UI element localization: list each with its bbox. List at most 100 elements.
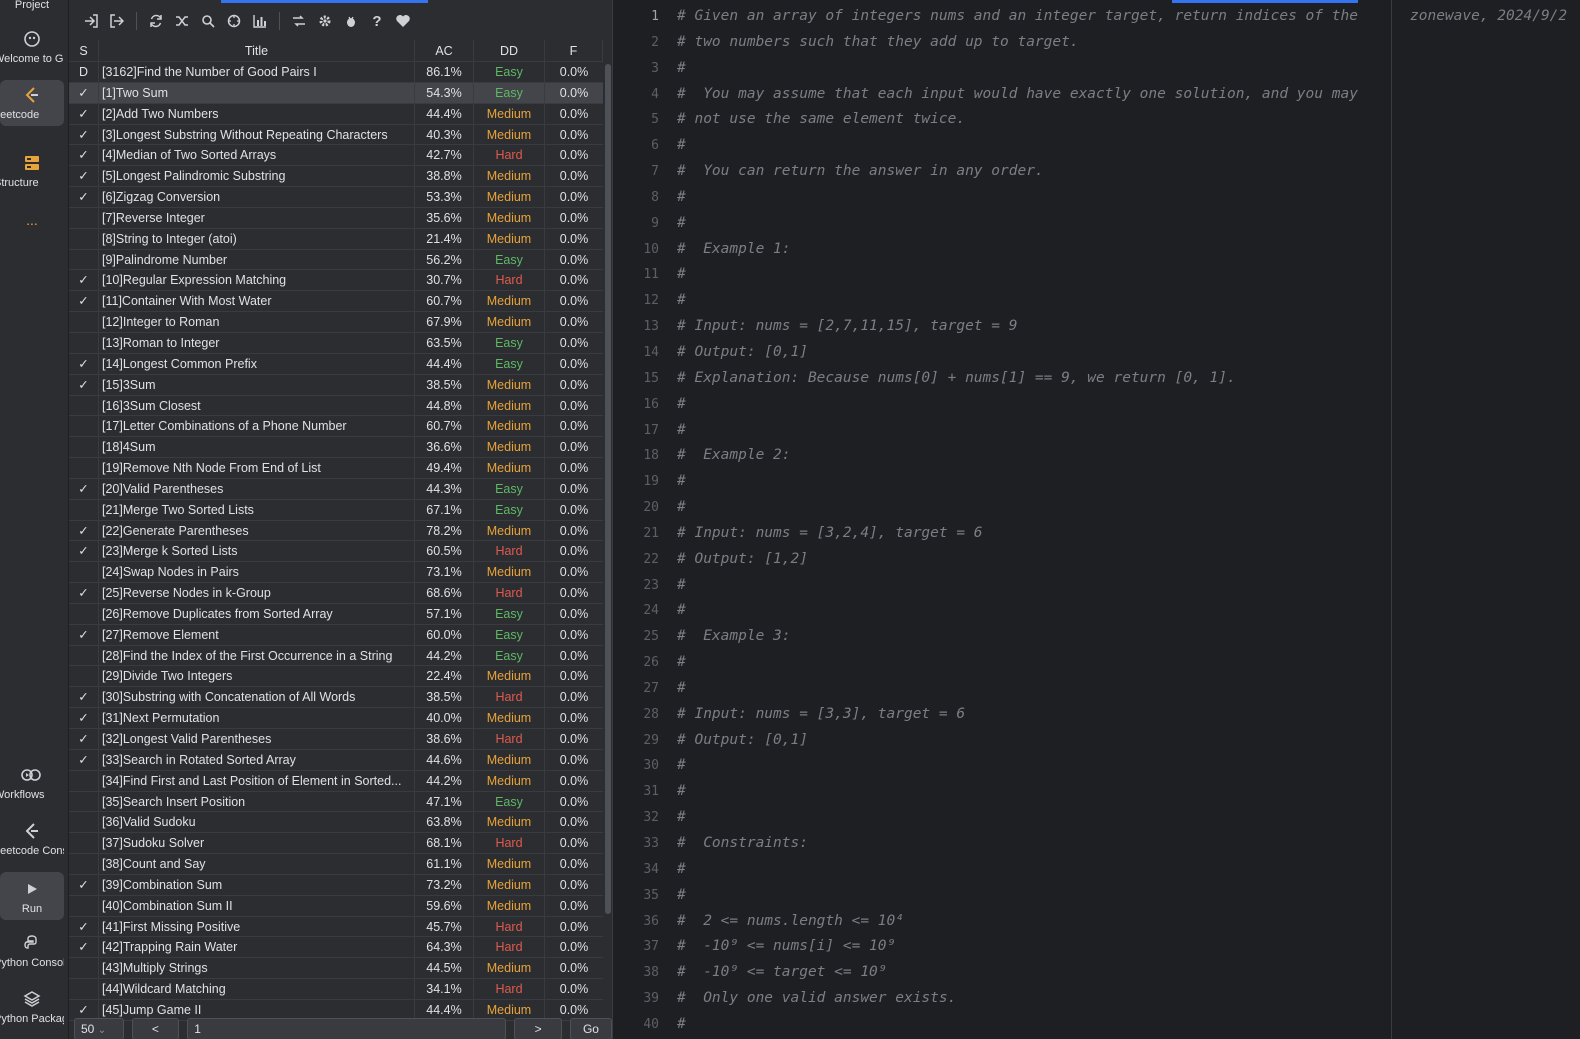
table-row[interactable]: [34]Find First and Last Position of Elem… <box>69 770 603 792</box>
table-row[interactable]: ✓ [2]Add Two Numbers 44.4% Medium 0.0% <box>69 103 603 125</box>
page-number-select[interactable]: 1 <box>187 1017 507 1039</box>
table-row[interactable]: ✓ [23]Merge k Sorted Lists 60.5% Hard 0.0% <box>69 541 603 563</box>
code-line[interactable]: # <box>677 418 1389 444</box>
code-line[interactable]: # -10⁹ <= target <= 10⁹ <box>677 960 1389 986</box>
table-row[interactable]: ✓ [14]Longest Common Prefix 44.4% Easy 0.0% <box>69 353 603 375</box>
bug-icon[interactable] <box>341 11 361 31</box>
table-row[interactable]: ✓ [4]Median of Two Sorted Arrays 42.7% Hard… <box>69 145 603 167</box>
sidebar-item-workflows[interactable]: Workflows <box>0 764 64 804</box>
code-line[interactable]: # Input: nums = [3,2,4], target = 6 <box>677 521 1389 547</box>
table-row[interactable]: ✓ [1]Two Sum 54.3% Easy 0.0% <box>69 82 603 104</box>
table-row[interactable]: [29]Divide Two Integers 22.4% Medium 0.0% <box>69 666 603 688</box>
table-row[interactable]: ✓ [3]Longest Substring Without Repeating … <box>69 124 603 146</box>
table-row[interactable]: [7]Reverse Integer 35.6% Medium 0.0% <box>69 207 603 229</box>
table-row[interactable]: [21]Merge Two Sorted Lists 67.1% Easy 0.0% <box>69 499 603 521</box>
sidebar-item-python-console[interactable]: Python Console <box>0 932 64 972</box>
code-line[interactable]: # <box>677 805 1389 831</box>
sort-icon[interactable] <box>289 11 309 31</box>
sidebar-item-project[interactable]: Project <box>0 0 64 11</box>
table-row[interactable]: [26]Remove Duplicates from Sorted Array 5… <box>69 603 603 625</box>
login-icon[interactable] <box>81 11 101 31</box>
table-row[interactable]: [37]Sudoku Solver 68.1% Hard 0.0% <box>69 833 603 855</box>
table-row[interactable]: ✓ [6]Zigzag Conversion 53.3% Medium 0.0% <box>69 187 603 208</box>
table-row[interactable]: [17]Letter Combinations of a Phone Numbe… <box>69 416 603 438</box>
code-line[interactable]: # <box>677 779 1389 805</box>
search-icon[interactable] <box>198 11 218 31</box>
column-header-status[interactable]: S <box>69 40 99 61</box>
code-line[interactable]: # <box>677 1012 1389 1038</box>
code-line[interactable]: # <box>677 753 1389 779</box>
table-row[interactable]: ✓ [15]3Sum 38.5% Medium 0.0% <box>69 374 603 396</box>
next-page-button[interactable]: > <box>514 1017 562 1039</box>
code-line[interactable]: # Only one valid answer exists. <box>677 986 1389 1012</box>
table-row[interactable]: ✓ [25]Reverse Nodes in k-Group 68.6% Hard 0.… <box>69 583 603 604</box>
code-line[interactable]: # You can return the answer in any order… <box>677 159 1389 185</box>
code-line[interactable]: # <box>677 211 1389 237</box>
sidebar-item-more[interactable]: ... <box>0 210 64 230</box>
code-line[interactable]: # Constraints: <box>677 831 1389 857</box>
code-line[interactable]: # <box>677 262 1389 288</box>
code-line[interactable]: # <box>677 469 1389 495</box>
table-row[interactable]: [8]String to Integer (atoi) 21.4% Medium 0.… <box>69 228 603 250</box>
refresh-icon[interactable] <box>146 11 166 31</box>
table-row[interactable]: [24]Swap Nodes in Pairs 73.1% Medium 0.0% <box>69 562 603 584</box>
code-line[interactable]: # Explanation: Because nums[0] + nums[1]… <box>677 366 1389 392</box>
code-line[interactable]: # <box>677 598 1389 624</box>
column-header-difficulty[interactable]: DD <box>474 40 545 61</box>
code-line[interactable]: # Output: [1,2] <box>677 547 1389 573</box>
table-row[interactable]: [16]3Sum Closest 44.8% Medium 0.0% <box>69 395 603 417</box>
table-row[interactable]: ✓ [30]Substring with Concatenation of All… <box>69 687 603 709</box>
sidebar-item-structure[interactable]: Structure <box>0 152 64 192</box>
column-header-frequency[interactable]: F <box>545 40 603 61</box>
code-line[interactable]: # not use the same element twice. <box>677 107 1389 133</box>
code-line[interactable]: # Input: nums = [2,7,11,15], target = 9 <box>677 314 1389 340</box>
sidebar-item-github[interactable]: Welcome to GitHub <box>0 28 64 68</box>
code-line[interactable]: # <box>677 392 1389 418</box>
sidebar-item-python-packages[interactable]: Python Packages <box>0 988 64 1028</box>
page-size-select[interactable]: 50 ⌄ <box>74 1017 124 1039</box>
table-row[interactable]: D [3162]Find the Number of Good Pairs I 86… <box>69 62 603 83</box>
code-line[interactable]: # <box>677 133 1389 159</box>
code-line[interactable]: # <box>677 676 1389 702</box>
column-header-title[interactable]: Title <box>99 40 415 61</box>
sidebar-item-leetcode[interactable]: Leetcode <box>0 80 64 126</box>
code-line[interactable]: # Example 2: <box>677 443 1389 469</box>
table-row[interactable]: ✓ [32]Longest Valid Parentheses 38.6% Hard 0… <box>69 729 603 750</box>
table-row[interactable]: ✓ [41]First Missing Positive 45.7% Hard 0.0% <box>69 916 603 938</box>
sidebar-item-run[interactable]: Run <box>0 872 64 920</box>
table-row[interactable]: [9]Palindrome Number 56.2% Easy 0.0% <box>69 249 603 271</box>
prev-page-button[interactable]: < <box>131 1017 180 1039</box>
table-row[interactable]: [43]Multiply Strings 44.5% Medium 0.0% <box>69 958 603 980</box>
code-line[interactable]: # <box>677 883 1389 909</box>
table-row[interactable]: ✓ [42]Trapping Rain Water 64.3% Hard 0.0% <box>69 937 603 959</box>
table-row[interactable]: ✓ [20]Valid Parentheses 44.3% Easy 0.0% <box>69 478 603 500</box>
table-row[interactable]: ✓ [39]Combination Sum 73.2% Medium 0.0% <box>69 874 603 896</box>
table-row[interactable]: ✓ [5]Longest Palindromic Substring 38.8% Me… <box>69 166 603 188</box>
code-line[interactable]: # Output: [0,1] <box>677 728 1389 754</box>
table-row[interactable]: [18]4Sum 36.6% Medium 0.0% <box>69 437 603 459</box>
code-line[interactable]: # Given an array of integers nums and an… <box>677 4 1389 30</box>
settings-icon[interactable] <box>315 11 335 31</box>
code-line[interactable]: # <box>677 857 1389 883</box>
column-header-acceptance[interactable]: AC <box>415 40 474 61</box>
chart-icon[interactable] <box>250 11 270 31</box>
table-row[interactable]: ✓ [22]Generate Parentheses 78.2% Medium 0.0% <box>69 520 603 542</box>
table-row[interactable]: [40]Combination Sum II 59.6% Medium 0.0% <box>69 895 603 917</box>
code-line[interactable]: # Example 1: <box>677 237 1389 263</box>
code-line[interactable]: # <box>677 495 1389 521</box>
code-line[interactable]: # <box>677 56 1389 82</box>
table-row[interactable]: [19]Remove Nth Node From End of List 49.4… <box>69 458 603 479</box>
go-button[interactable]: Go <box>569 1017 612 1039</box>
table-scrollbar[interactable] <box>605 64 611 914</box>
table-row[interactable]: ✓ [10]Regular Expression Matching 30.7% Har… <box>69 270 603 292</box>
code-line[interactable]: # Example 3: <box>677 624 1389 650</box>
random-icon[interactable] <box>172 11 192 31</box>
help-icon[interactable]: ? <box>367 11 387 31</box>
table-row[interactable]: [13]Roman to Integer 63.5% Easy 0.0% <box>69 332 603 354</box>
table-row[interactable]: [12]Integer to Roman 67.9% Medium 0.0% <box>69 312 603 333</box>
table-row[interactable]: [36]Valid Sudoku 63.8% Medium 0.0% <box>69 812 603 834</box>
table-row[interactable]: [28]Find the Index of the First Occurren… <box>69 645 603 667</box>
code-line[interactable]: # -10⁹ <= nums[i] <= 10⁹ <box>677 934 1389 960</box>
logout-icon[interactable] <box>107 11 127 31</box>
code-line[interactable]: # <box>677 288 1389 314</box>
